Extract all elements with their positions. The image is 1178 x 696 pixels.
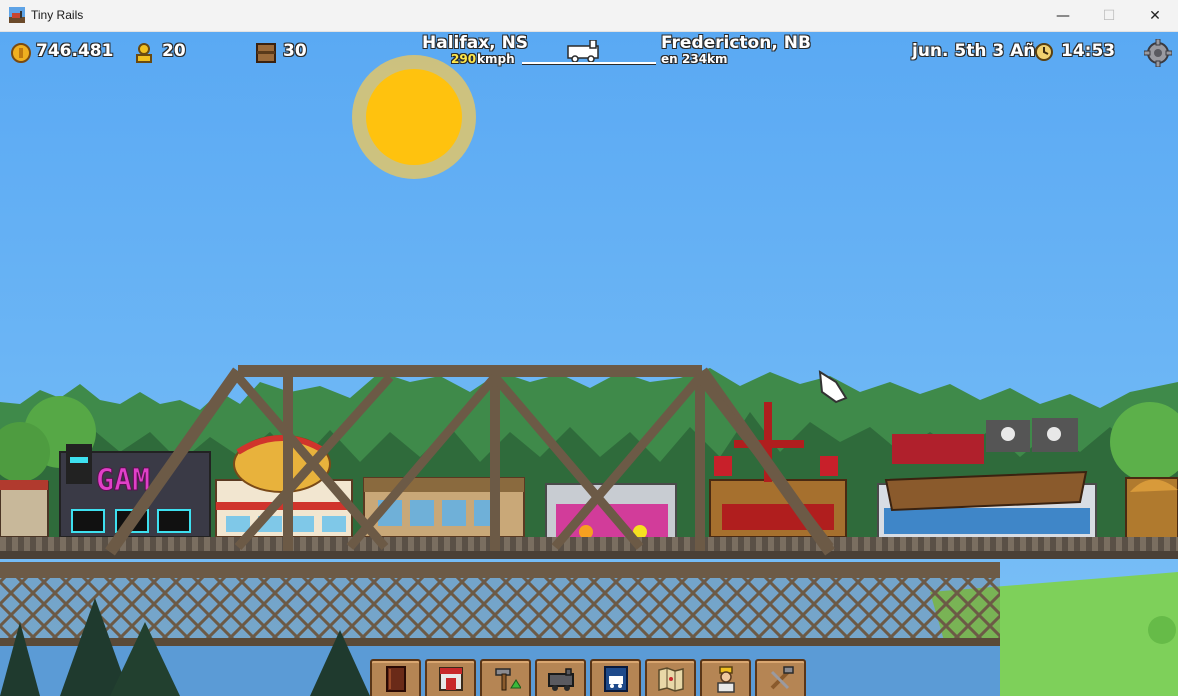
train-car-icon [547, 668, 574, 691]
clock-icon [1035, 43, 1053, 61]
shop-icon [438, 667, 463, 691]
book-icon [385, 666, 406, 692]
distance-remaining: 234km [682, 52, 728, 66]
gear-icon[interactable] [1144, 39, 1172, 67]
train-cars-button[interactable] [535, 659, 586, 696]
tiny-rails-app-icon [9, 7, 25, 23]
passenger-icon [136, 43, 152, 63]
map-icon [657, 667, 684, 692]
game-scene: GAM [0, 32, 1178, 696]
train-progress-icon [567, 40, 599, 62]
window-title: Tiny Rails [31, 8, 84, 22]
maximize-button: ☐ [1102, 7, 1116, 24]
window-titlebar: Tiny Rails — ☐ ✕ [0, 0, 1178, 32]
sun [352, 55, 476, 179]
minimize-button[interactable]: — [1040, 0, 1086, 31]
tools-icon [770, 666, 794, 690]
journal-button[interactable] [370, 659, 421, 696]
crew-button[interactable] [700, 659, 751, 696]
game-date: jun. 5th 3 Año [912, 41, 1048, 61]
hammer-upgrade-icon [494, 668, 521, 691]
speed-value: 290 [451, 52, 477, 66]
map-button[interactable] [645, 659, 696, 696]
cargo-counter: 30 [283, 41, 307, 61]
crate-icon [256, 43, 276, 63]
passengers-counter: 20 [162, 41, 186, 61]
route-progress-track [522, 62, 656, 64]
shop-button[interactable] [425, 659, 476, 696]
game-viewport[interactable]: GAM 746.481 20 30 Halifax, NS 290 kmph F… [0, 32, 1178, 696]
close-button[interactable]: ✕ [1132, 0, 1178, 31]
distance-prefix: en [661, 52, 678, 66]
tools-button[interactable] [755, 659, 806, 696]
game-time: 14:53 [1061, 41, 1116, 61]
origin-city: Halifax, NS [422, 33, 529, 53]
worker-icon [716, 666, 735, 693]
locomotive-button[interactable] [590, 659, 641, 696]
speed-unit: kmph [477, 52, 515, 66]
svg-text:GAM: GAM [96, 463, 150, 498]
locomotive-card-icon [603, 666, 628, 692]
coin-icon [11, 43, 31, 63]
bottom-toolbar [370, 659, 806, 696]
destination-city: Fredericton, NB [661, 33, 811, 53]
coins-counter: 746.481 [36, 41, 114, 61]
build-button[interactable] [480, 659, 531, 696]
